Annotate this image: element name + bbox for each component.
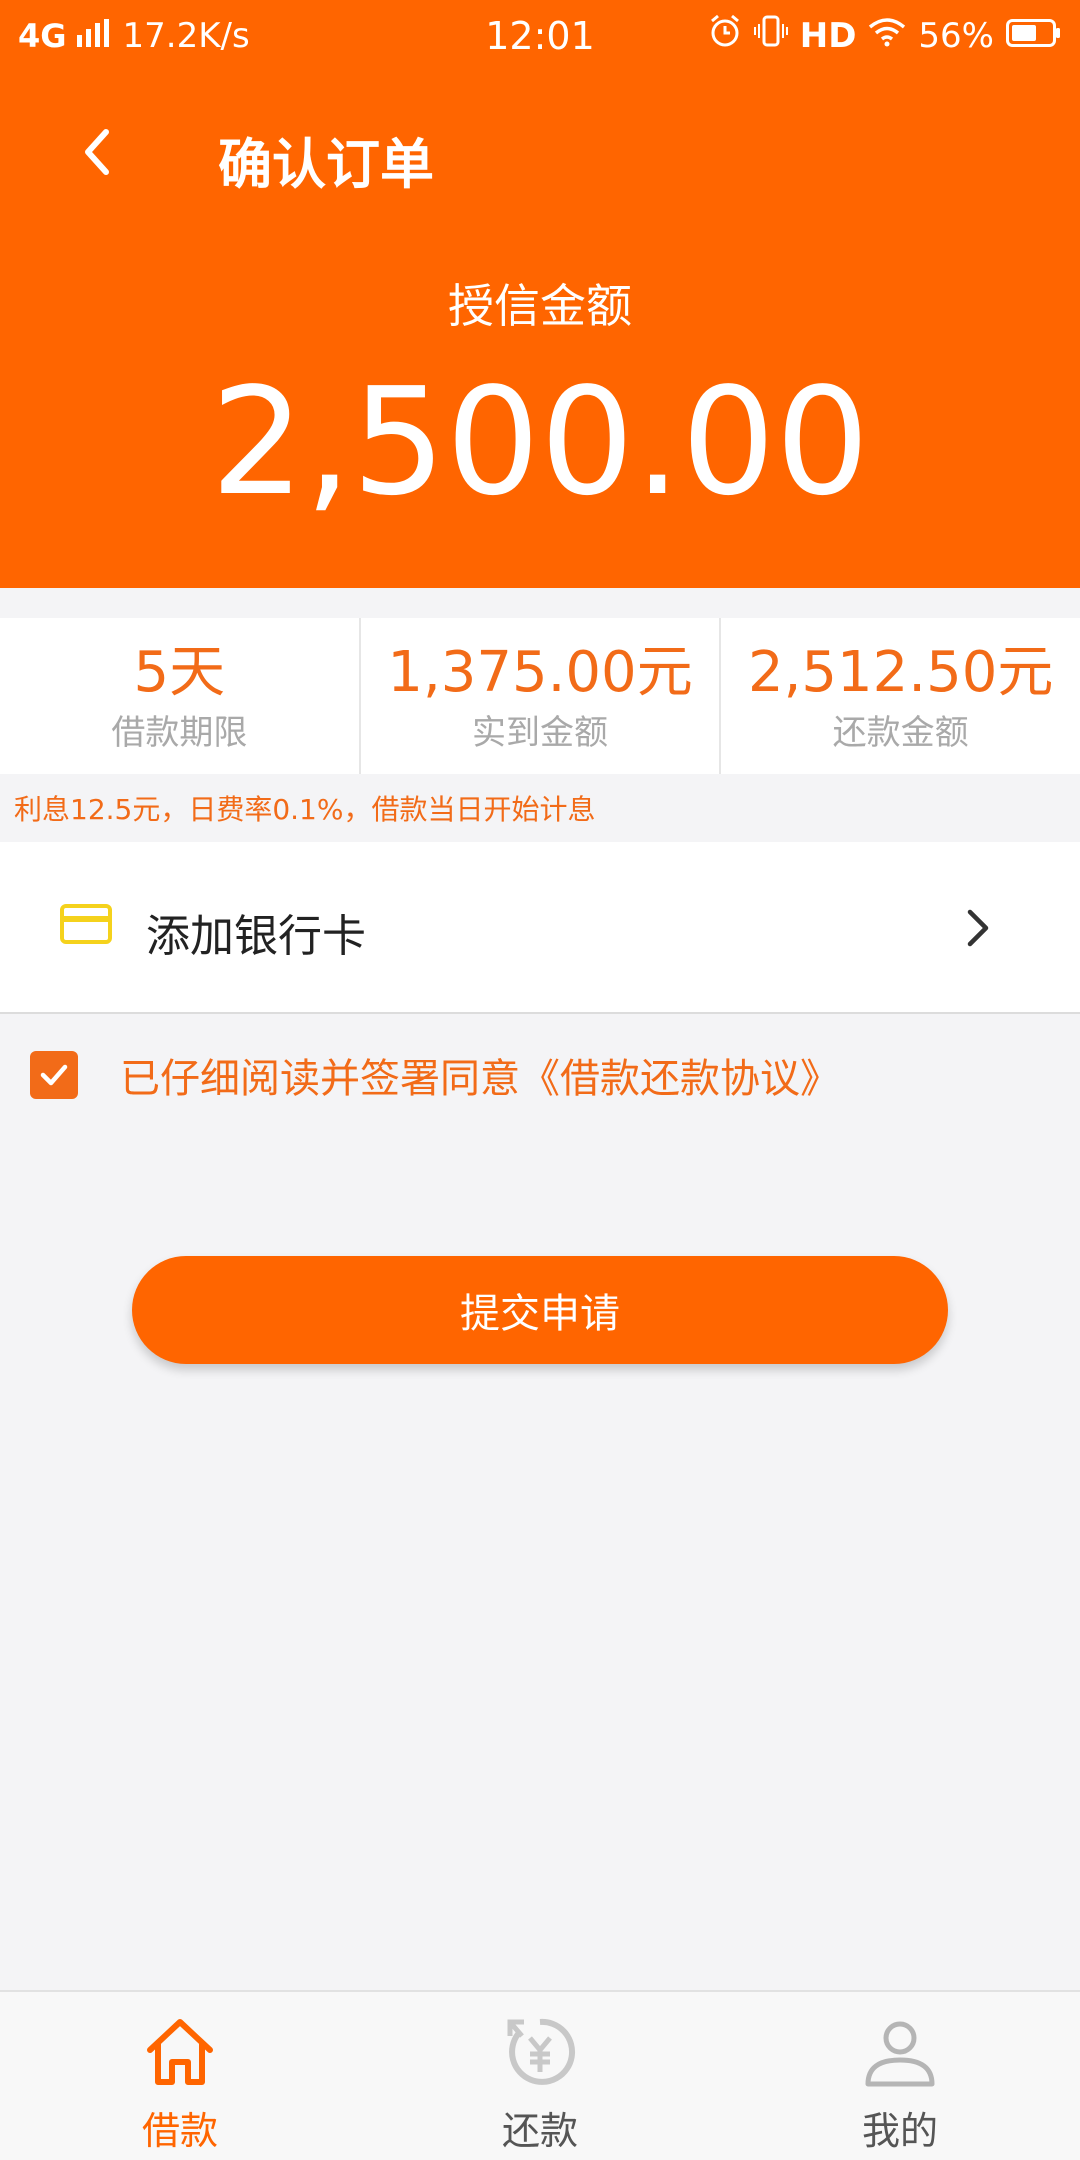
header: 4G 17.2K/s 12:01 HD 56% 确认订单 授信金额 2,500.… <box>0 0 1080 588</box>
agreement-checkbox[interactable] <box>30 1051 78 1099</box>
wifi-icon <box>868 16 906 56</box>
stat-received: 1,375.00元 实到金额 <box>358 618 720 774</box>
vibrate-icon <box>753 14 788 57</box>
submit-button[interactable]: 提交申请 <box>132 1256 948 1364</box>
agreement-text[interactable]: 已仔细阅读并签署同意《借款还款协议》 <box>120 1046 840 1104</box>
status-bar: 4G 17.2K/s 12:01 HD 56% <box>0 0 1080 72</box>
stat-value: 2,512.50元 <box>747 640 1054 705</box>
hd-indicator: HD <box>799 15 857 56</box>
chevron-right-icon <box>967 909 989 947</box>
battery-icon <box>1006 16 1062 56</box>
tab-borrow[interactable]: 借款 <box>0 1992 360 2160</box>
tab-label: 我的 <box>861 2109 938 2153</box>
loan-stats: 5天 借款期限 1,375.00元 实到金额 2,512.50元 还款金额 <box>0 618 1080 774</box>
repay-yen-icon <box>507 2018 576 2085</box>
interest-note: 利息12.5元，日费率0.1%，借款当日开始计息 <box>14 793 596 826</box>
back-button[interactable] <box>70 122 130 182</box>
add-bank-card-label: 添加银行卡 <box>146 911 366 962</box>
credit-label: 授信金额 <box>448 279 632 333</box>
alarm-icon <box>708 14 742 57</box>
add-bank-card-row[interactable]: 添加银行卡 <box>0 842 1080 1014</box>
user-icon <box>865 2021 935 2087</box>
credit-amount: 2,500.00 <box>210 356 870 528</box>
stat-label: 还款金额 <box>832 713 969 753</box>
battery-percent: 56% <box>918 15 994 56</box>
home-icon <box>147 2019 213 2085</box>
stat-label: 借款期限 <box>111 713 248 753</box>
agreement-row: 已仔细阅读并签署同意《借款还款协议》 <box>30 1046 840 1104</box>
nav-bar: 确认订单 <box>0 100 1080 210</box>
page-title: 确认订单 <box>218 133 434 196</box>
bank-card-icon <box>60 904 112 944</box>
stat-term: 5天 借款期限 <box>0 618 359 774</box>
chevron-left-icon <box>85 129 109 175</box>
tab-repay[interactable]: 还款 <box>360 1992 720 2160</box>
tab-mine[interactable]: 我的 <box>720 1992 1080 2160</box>
stat-repay: 2,512.50元 还款金额 <box>719 618 1080 774</box>
tab-label: 还款 <box>501 2109 578 2153</box>
check-icon <box>40 1064 68 1086</box>
stat-value: 5天 <box>133 640 226 705</box>
stat-label: 实到金额 <box>472 713 608 753</box>
tab-label: 借款 <box>141 2109 218 2153</box>
stat-value: 1,375.00元 <box>387 640 693 705</box>
bottom-nav: 借款 还款 我的 <box>0 1990 1080 2160</box>
